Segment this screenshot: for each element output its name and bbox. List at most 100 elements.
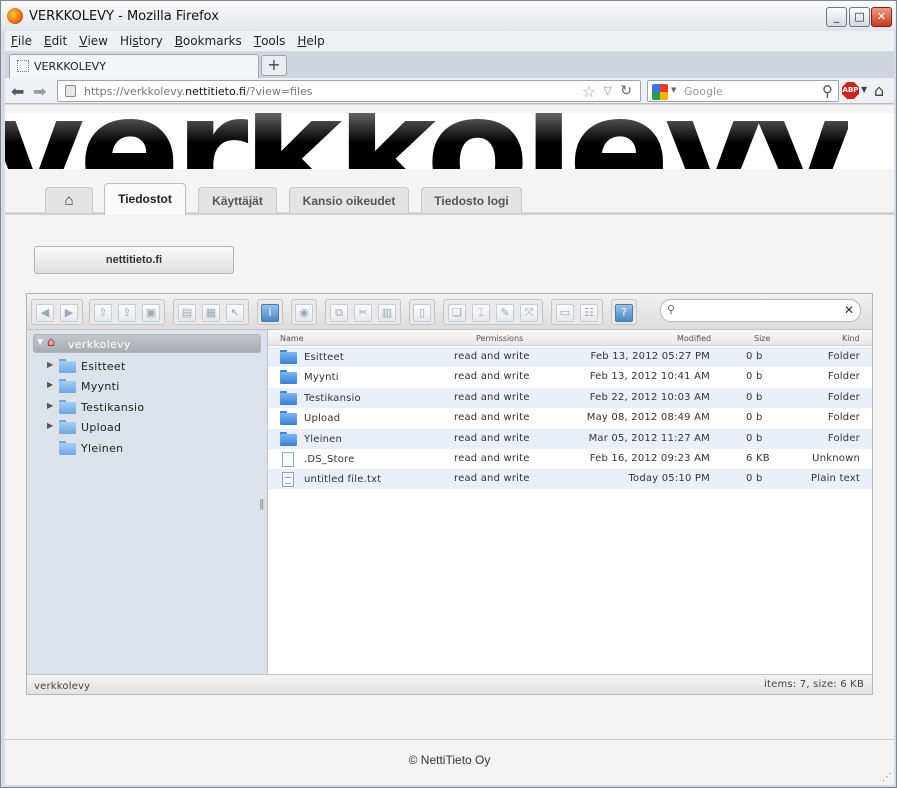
menu-label-accesskey: T bbox=[253, 34, 262, 48]
tree-item-yleinen[interactable]: Yleinen bbox=[47, 439, 247, 458]
folder-icon bbox=[59, 420, 76, 435]
column-permissions[interactable]: Permissions bbox=[476, 334, 523, 343]
menu-item-bookmarks[interactable]: Bookmarks bbox=[169, 31, 248, 48]
column-size[interactable]: Size bbox=[754, 334, 770, 343]
table-row[interactable]: untitled file.txt read and write Today 05:… bbox=[268, 469, 872, 490]
edit-icon[interactable]: ✎ bbox=[496, 304, 514, 322]
firefox-icon bbox=[7, 8, 23, 24]
bookmark-star-icon[interactable]: ☆ bbox=[582, 82, 596, 101]
tab-folder-permissions[interactable]: Kansio oikeudet bbox=[289, 187, 409, 213]
menu-item-help[interactable]: Help bbox=[291, 31, 330, 48]
toolbar-group-help: ? bbox=[611, 299, 637, 325]
toolbar-group-info: i bbox=[257, 299, 283, 325]
menu-item-edit[interactable]: Edit bbox=[38, 31, 73, 48]
expand-triangle-icon[interactable]: ▶ bbox=[47, 401, 53, 410]
duplicate-icon[interactable]: ❏ bbox=[448, 304, 466, 322]
file-statusbar: verkkolevy items: 7, size: 6 KB bbox=[27, 674, 872, 694]
rename-icon[interactable]: ⌶ bbox=[472, 304, 490, 322]
current-folder-path: verkkolevy bbox=[34, 681, 91, 692]
icons-view-icon[interactable]: ▭ bbox=[556, 304, 574, 322]
menu-item-file[interactable]: File bbox=[5, 31, 38, 48]
title-bar: VERKKOLEVY - Mozilla Firefox _ □ ✕ bbox=[1, 1, 896, 31]
table-row[interactable]: Upload read and write May 08, 2012 08:49 A… bbox=[268, 408, 872, 428]
tab-files[interactable]: Tiedostot bbox=[104, 183, 186, 215]
expand-triangle-icon[interactable]: ▶ bbox=[47, 421, 53, 430]
domain-button[interactable]: nettitieto.fi bbox=[34, 246, 234, 274]
file-manager: ◀ ▶ ⇧ ⇪ ▣ ▤ ▦ ↖ i ◉ ⧉ ✂ ▥ ▯ ❏ ⌶ ✎ ⤧ ▭ ☷ … bbox=[26, 293, 873, 695]
reload-icon[interactable]: ↻ bbox=[620, 83, 632, 99]
tab-file-log[interactable]: Tiedosto logi bbox=[421, 187, 522, 213]
tree-item-esitteet[interactable]: ▶ Esitteet bbox=[47, 357, 247, 376]
tree-item-upload[interactable]: ▶ Upload bbox=[47, 418, 247, 437]
google-icon[interactable] bbox=[652, 84, 668, 100]
cell-name: Myynti bbox=[304, 372, 339, 384]
column-kind[interactable]: Kind bbox=[842, 334, 860, 343]
page-footer: © NettiTieto Oy bbox=[408, 753, 491, 767]
menu-item-view[interactable]: View bbox=[73, 31, 114, 48]
up-folder-icon[interactable]: ⇧ bbox=[94, 304, 112, 322]
paste-icon[interactable]: ▥ bbox=[378, 304, 396, 322]
clear-search-icon[interactable]: ✕ bbox=[844, 303, 854, 317]
tab-home[interactable]: ⌂ bbox=[45, 187, 93, 213]
open-icon[interactable]: ▤ bbox=[178, 304, 196, 322]
select-icon[interactable]: ↖ bbox=[226, 304, 244, 322]
list-view-icon[interactable]: ☷ bbox=[580, 304, 598, 322]
pane-resize-handle[interactable]: ‖ bbox=[259, 497, 265, 510]
page-viewport: verkkolevy ⌂ Tiedostot Käyttäjät Kansio … bbox=[5, 105, 894, 785]
address-bar[interactable]: https://verkkolevy.nettitieto.fi/?view=f… bbox=[57, 80, 641, 102]
delete-icon[interactable]: ▯ bbox=[413, 304, 431, 322]
tree-item-myynti[interactable]: ▶ Myynti bbox=[47, 377, 247, 396]
folder-icon bbox=[59, 440, 76, 455]
table-row[interactable]: Myynti read and write Feb 13, 2012 10:41 A… bbox=[268, 367, 872, 387]
info-icon[interactable]: i bbox=[261, 304, 279, 322]
tree-item-testikansio[interactable]: ▶ Testikansio bbox=[47, 398, 247, 417]
tab-users[interactable]: Käyttäjät bbox=[198, 187, 277, 213]
cut-icon[interactable]: ✂ bbox=[354, 304, 372, 322]
expand-triangle-icon[interactable]: ▶ bbox=[47, 360, 53, 369]
menu-item-tools[interactable]: Tools bbox=[248, 31, 292, 48]
menu-item-history[interactable]: History bbox=[114, 31, 169, 48]
table-row[interactable]: Yleinen read and write Mar 05, 2012 11:27 … bbox=[268, 428, 872, 449]
forward-arrow-icon[interactable]: ➡ bbox=[33, 82, 46, 101]
maximize-button[interactable]: □ bbox=[849, 7, 870, 27]
search-box[interactable]: ▼ Google ⚲ bbox=[647, 80, 839, 102]
adblock-icon[interactable]: ABP bbox=[842, 82, 859, 99]
menu-label-accesskey: H bbox=[297, 34, 307, 48]
back-arrow-icon[interactable]: ⬅ bbox=[11, 82, 24, 101]
folder-icon bbox=[280, 350, 297, 364]
new-tab-button[interactable]: + bbox=[261, 55, 287, 76]
copy-icon[interactable]: ⧉ bbox=[330, 304, 348, 322]
expand-triangle-icon[interactable]: ▼ bbox=[37, 337, 43, 346]
tree-root[interactable]: ▼ ⌂ verkkolevy bbox=[33, 334, 261, 353]
browser-tab[interactable]: VERKKOLEVY bbox=[9, 54, 259, 78]
cell-kind: Folder bbox=[827, 412, 860, 424]
table-row[interactable]: Esitteet read and write Feb 13, 2012 05:27… bbox=[268, 347, 872, 367]
history-dropdown-icon[interactable]: ▽ bbox=[604, 84, 612, 97]
table-row[interactable]: .DS_Store read and write Feb 16, 2012 09:2… bbox=[268, 449, 872, 469]
file-toolbar: ◀ ▶ ⇧ ⇪ ▣ ▤ ▦ ↖ i ◉ ⧉ ✂ ▥ ▯ ❏ ⌶ ✎ ⤧ ▭ ☷ … bbox=[27, 294, 872, 330]
download-icon[interactable]: ▣ bbox=[142, 304, 160, 322]
cell-perms: read and write bbox=[454, 412, 530, 424]
help-icon[interactable]: ? bbox=[615, 304, 633, 322]
resize-grip-icon[interactable]: ⋰ bbox=[882, 772, 892, 783]
home-icon[interactable]: ⌂ bbox=[874, 81, 884, 100]
file-search-input[interactable]: ⚲ ✕ bbox=[660, 299, 861, 322]
preview-icon[interactable]: ◉ bbox=[295, 304, 313, 322]
upload-icon[interactable]: ⇪ bbox=[118, 304, 136, 322]
table-row[interactable]: Testikansio read and write Feb 22, 2012 10… bbox=[268, 387, 872, 408]
search-icon[interactable]: ⚲ bbox=[822, 82, 833, 100]
cell-perms: read and write bbox=[454, 453, 530, 464]
toolbar-group-edit: ⧉ ✂ ▥ bbox=[325, 299, 401, 325]
expand-triangle-icon[interactable]: ▶ bbox=[47, 380, 53, 389]
column-name[interactable]: Name bbox=[280, 334, 304, 343]
column-modified[interactable]: Modified bbox=[677, 334, 711, 343]
back-icon[interactable]: ◀ bbox=[36, 304, 54, 322]
save-icon[interactable]: ▦ bbox=[202, 304, 220, 322]
resize-icon[interactable]: ⤧ bbox=[520, 304, 538, 322]
folder-icon bbox=[280, 431, 297, 446]
adblock-dropdown-icon[interactable]: ▼ bbox=[861, 85, 867, 94]
minimize-button[interactable]: _ bbox=[826, 7, 847, 27]
engine-dropdown-icon[interactable]: ▼ bbox=[671, 86, 676, 94]
close-button[interactable]: ✕ bbox=[871, 7, 892, 27]
forward-icon[interactable]: ▶ bbox=[60, 304, 78, 322]
